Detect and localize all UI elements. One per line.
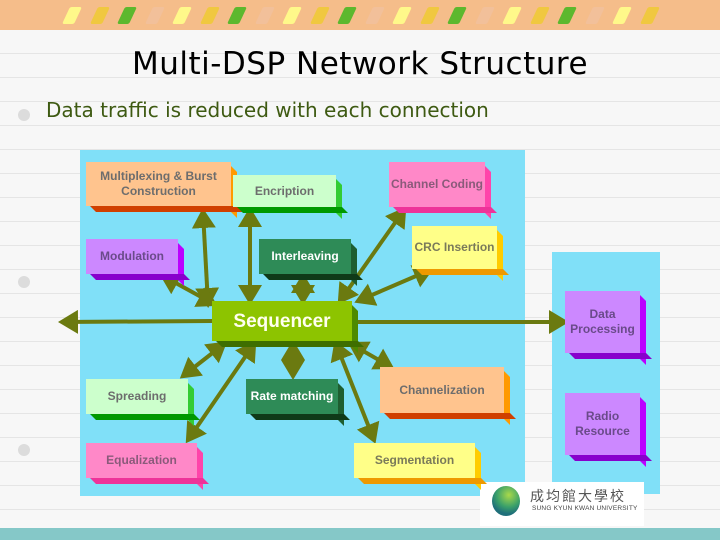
- interleaving-box: Interleaving: [259, 239, 363, 286]
- radio-resource-label: Radio Resource: [575, 409, 630, 438]
- channelization-box: Channelization: [380, 367, 516, 425]
- spreading-box: Spreading: [86, 379, 200, 426]
- rate-matching-box: Rate matching: [246, 379, 350, 426]
- crc-box: CRC Insertion: [412, 226, 509, 281]
- connector-mux: [191, 208, 220, 308]
- modulation-label: Modulation: [100, 249, 164, 263]
- equalization-box: Equalization: [86, 443, 209, 490]
- connector-equalization: [185, 340, 257, 444]
- connector-output-left: [58, 309, 213, 334]
- spreading-label: Spreading: [107, 389, 167, 403]
- encription-label: Encription: [254, 183, 315, 198]
- modulation-box: Modulation: [86, 239, 190, 286]
- data-processing-box: Data Processing: [565, 291, 652, 365]
- crc-label: CRC Insertion: [414, 240, 495, 254]
- segmentation-label: Segmentation: [374, 453, 455, 467]
- mux-label: Multiplexing & Burst Construction: [100, 169, 217, 198]
- channel-coding-box: Channel Coding: [389, 162, 497, 219]
- rate-matching-label: Rate matching: [250, 389, 334, 403]
- equalization-label: Equalization: [106, 453, 177, 467]
- channel-coding-label: Channel Coding: [391, 177, 483, 191]
- encription-box: Encription: [233, 175, 348, 219]
- mux-box: Multiplexing & Burst Construction: [86, 162, 243, 218]
- radio-resource-box: Radio Resource: [565, 393, 652, 467]
- data-processing-label: Data Processing: [570, 307, 635, 336]
- sequencer-label: Sequencer: [233, 310, 331, 332]
- segmentation-box: Segmentation: [354, 443, 487, 490]
- channelization-label: Channelization: [399, 382, 485, 397]
- sequencer-box: Sequencer: [212, 301, 364, 353]
- connector-spreading: [179, 341, 228, 379]
- connector-crc: [354, 265, 434, 306]
- interleaving-label: Interleaving: [271, 249, 339, 263]
